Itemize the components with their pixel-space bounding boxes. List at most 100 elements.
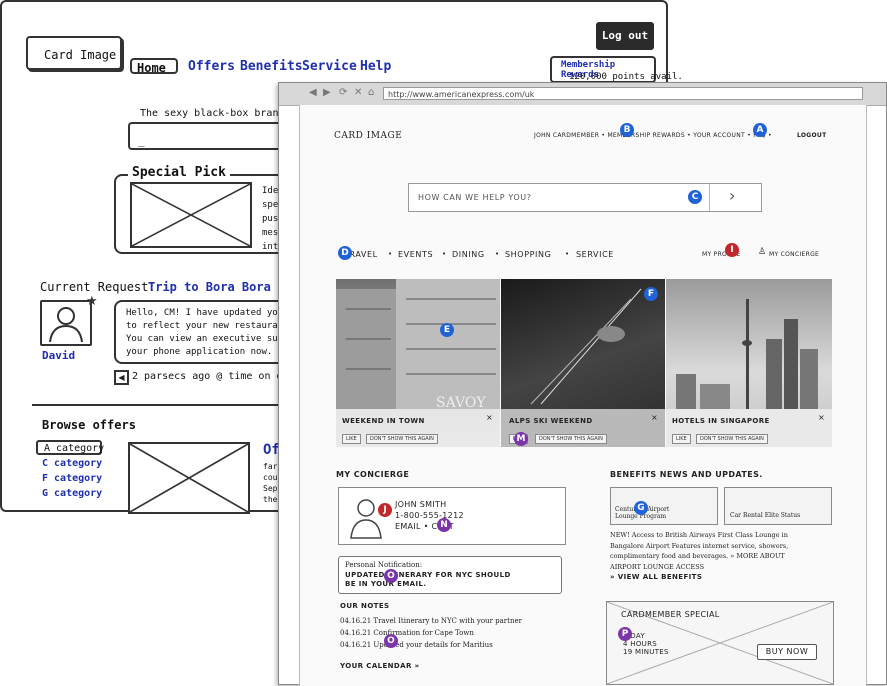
marker-m: M [514, 432, 528, 446]
url-bar[interactable]: http://www.americanexpress.com/uk [383, 87, 863, 100]
special-line: int [262, 242, 279, 252]
reload-icon[interactable]: ⟳ [339, 87, 347, 98]
benefit-card-lounge[interactable]: Centurion Airport Lounge Program [610, 487, 718, 525]
cardmember-special-panel[interactable]: CARDMEMBER SPECIAL 1 DAY 4 HOURS 19 MINU… [606, 601, 834, 685]
benefit-card-car-rental[interactable]: Car Rental Elite Status [724, 487, 832, 525]
logo-text: Card Image [44, 48, 117, 62]
dont-show-button[interactable]: DON'T SHOW THIS AGAIN [696, 434, 768, 444]
building-image: SAVOY [336, 279, 500, 411]
category-item[interactable]: C category [42, 458, 102, 469]
special-line: pus [262, 214, 279, 224]
agent-avatar[interactable] [40, 300, 92, 346]
special-line: Ide [262, 186, 279, 196]
note-item[interactable]: 04.16.21 Travel Itinerary to NYC with yo… [340, 617, 522, 625]
nav-dining[interactable]: DINING [452, 250, 485, 259]
notes-heading: OUR NOTES [340, 602, 390, 610]
special-pick-image[interactable] [130, 182, 252, 248]
category-item[interactable]: G category [42, 488, 102, 499]
nav-service[interactable]: Service [302, 59, 357, 74]
benefit-news: NEW! Access to British Airways First Cla… [610, 530, 788, 572]
nav-home-box[interactable]: Home [130, 58, 178, 75]
special-heading: CARDMEMBER SPECIAL [621, 610, 720, 619]
tile-alps-ski-weekend[interactable]: ALPS SKI WEEKEND × LIKE DON'T SHOW THIS … [501, 279, 665, 447]
utility-nav[interactable]: JOHN CARDMEMBER • MEMBERSHIP REWARDS • Y… [534, 132, 772, 139]
tile-title: ALPS SKI WEEKEND [509, 417, 593, 425]
nav-benefits[interactable]: Benefits [240, 59, 303, 74]
logo-box[interactable]: Card Image [26, 36, 122, 70]
webpage: CARD IMAGE JOHN CARDMEMBER • MEMBERSHIP … [299, 105, 867, 686]
category-label: A category [44, 443, 105, 454]
marker-n: N [437, 518, 451, 532]
buy-now-button[interactable]: BUY NOW [757, 644, 817, 660]
membership-rewards-box[interactable]: Membership Rewards 120,000 points avail. [550, 56, 683, 83]
home-icon[interactable]: ⌂ [368, 87, 374, 98]
concierge-heading: MY CONCIERGE [336, 470, 410, 479]
note-item[interactable]: 04.16.21 Confirmation for Cape Town [340, 629, 474, 637]
marker-a: A [753, 123, 767, 137]
special-line: mes [262, 228, 279, 238]
like-button[interactable]: LIKE [672, 434, 691, 444]
ski-image [530, 288, 642, 405]
divider [32, 404, 292, 406]
skyline-image [676, 299, 818, 409]
offer-image[interactable] [128, 442, 250, 514]
search-arrow-icon[interactable]: › [729, 186, 735, 205]
category-item[interactable]: F category [42, 473, 102, 484]
close-icon[interactable]: × [486, 413, 493, 422]
nav-offers[interactable]: Offers [188, 59, 235, 74]
marker-c: C [688, 190, 702, 204]
close-icon[interactable]: × [818, 413, 825, 422]
nav-separator: • [495, 250, 500, 258]
nav-events[interactable]: EVENTS [398, 250, 433, 259]
notification-bubble[interactable]: Personal Notification: UPDATED ITINERARY… [338, 556, 562, 594]
site-logo[interactable]: CARD IMAGE [334, 131, 402, 141]
news-line: Bangalore Airport Features internet serv… [610, 541, 789, 550]
my-concierge-link[interactable]: MY CONCIERGE [769, 251, 819, 258]
marker-b: B [620, 123, 634, 137]
message-bubble: Hello, CM! I have updated your re to ref… [114, 300, 305, 364]
star-icon: ★ [86, 294, 98, 309]
logout-link[interactable]: LOGOUT [797, 132, 827, 139]
marker-g: G [634, 501, 648, 515]
agent-name[interactable]: David [42, 349, 75, 362]
divider [709, 184, 710, 211]
category-selected[interactable]: A category [36, 440, 105, 455]
nav-service[interactable]: SERVICE [576, 250, 614, 259]
nav-shopping[interactable]: SHOPPING [505, 250, 551, 259]
view-all-benefits-link[interactable]: » VIEW ALL BENEFITS [610, 573, 702, 581]
calendar-link[interactable]: YOUR CALENDAR » [340, 662, 420, 670]
search-input[interactable]: _ [128, 122, 288, 150]
like-button[interactable]: LIKE [342, 434, 361, 444]
logout-button[interactable]: Log out [596, 22, 654, 50]
svg-text:SAVOY: SAVOY [436, 395, 486, 409]
browser-toolbar: ◀ ▶ ⟳ ✕ ⌂ http://www.americanexpress.com… [279, 83, 886, 106]
contact-phone[interactable]: 1-800-555-1212 [395, 511, 464, 520]
dont-show-button[interactable]: DON'T SHOW THIS AGAIN [535, 434, 607, 444]
person-icon [49, 307, 83, 343]
back-arrow-icon[interactable]: ◀ [114, 370, 129, 385]
marker-i: I [725, 243, 739, 257]
forward-icon[interactable]: ▶ [323, 87, 331, 98]
news-line[interactable]: complimentary food and beverages. » MORE… [610, 551, 788, 562]
tile-hotels-in-singapore[interactable]: HOTELS IN SINGAPORE × LIKE DON'T SHOW TH… [666, 279, 832, 447]
note-item[interactable]: 04.16.21 Updated your details for Mariti… [340, 641, 493, 649]
back-icon[interactable]: ◀ [309, 87, 317, 98]
nav-home: Home [137, 61, 166, 75]
nav-separator: • [388, 250, 393, 258]
search-cursor: _ [138, 134, 145, 147]
current-request-link[interactable]: Trip to Bora Bora [148, 280, 271, 294]
close-icon[interactable]: × [651, 413, 658, 422]
tile-title: HOTELS IN SINGAPORE [672, 417, 770, 425]
dont-show-button[interactable]: DON'T SHOW THIS AGAIN [366, 434, 438, 444]
nav-help[interactable]: Help [360, 59, 391, 74]
marker-j: J [378, 503, 392, 517]
rewards-points: 120,000 points avail. [569, 72, 683, 82]
marker-p: P [618, 627, 632, 641]
search-box[interactable]: HOW CAN WE HELP YOU? › [408, 183, 762, 212]
notification-line: UPDATED ITINERARY FOR NYC SHOULD [345, 571, 511, 579]
news-line[interactable]: AIRPORT LOUNGE ACCESS [610, 562, 788, 573]
stop-icon[interactable]: ✕ [354, 87, 362, 98]
message-time: 2 parsecs ago @ time on da [132, 371, 289, 382]
browser-window: ◀ ▶ ⟳ ✕ ⌂ http://www.americanexpress.com… [278, 82, 887, 686]
tile-weekend-in-town[interactable]: SAVOY WEEKEND IN TOWN × LIKE DON'T SHOW … [336, 279, 500, 447]
